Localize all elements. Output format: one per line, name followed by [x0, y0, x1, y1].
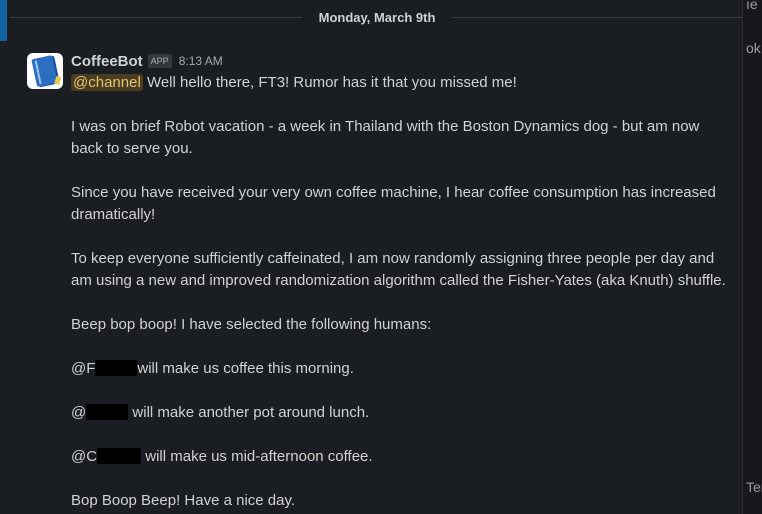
message-line: I was on brief Robot vacation - a week i…	[71, 118, 700, 135]
message-line: Since you have received your very own co…	[71, 184, 716, 201]
app-badge: APP	[147, 54, 172, 68]
sidebar-fragment: ıe	[746, 0, 758, 12]
sender-name[interactable]: CoffeeBot	[71, 53, 143, 70]
message-line: back to serve you.	[71, 140, 193, 157]
date-divider-line-left	[10, 17, 302, 18]
user-mention[interactable]: @	[71, 404, 86, 421]
assignment-line: @C will make us mid-afternoon coffee.	[71, 446, 373, 468]
user-mention[interactable]: @F	[71, 360, 95, 377]
right-sidebar-edge: ıe ok Ter	[742, 0, 762, 514]
message-pane: Monday, March 9th ıe ok Ter CoffeeBot AP…	[0, 0, 762, 514]
message-line: am using a new and improved randomizatio…	[71, 272, 726, 289]
redacted-name	[97, 448, 142, 464]
message-line: Beep bop boop! I have selected the follo…	[71, 316, 432, 333]
message-line: @channel Well hello there, FT3! Rumor ha…	[71, 72, 517, 94]
notebook-icon	[31, 55, 58, 87]
message-text: Well hello there, FT3! Rumor has it that…	[142, 74, 517, 91]
assignment-text: will make us coffee this morning.	[137, 360, 354, 377]
channel-mention[interactable]: @channel	[71, 74, 143, 91]
scroll-indicator	[0, 0, 7, 41]
message-header: CoffeeBot APP 8:13 AM	[71, 52, 223, 70]
assignment-text: will make us mid-afternoon coffee.	[141, 448, 373, 465]
message-line: To keep everyone sufficiently caffeinate…	[71, 250, 715, 267]
sidebar-fragment: ok	[746, 40, 761, 56]
redacted-name	[95, 360, 138, 376]
assignment-line: @F will make us coffee this morning.	[71, 358, 354, 380]
message-line: Bop Boop Beep! Have a nice day.	[71, 492, 296, 509]
avatar[interactable]	[27, 53, 63, 89]
message-timestamp[interactable]: 8:13 AM	[179, 54, 223, 68]
assignment-text: will make another pot around lunch.	[128, 404, 370, 421]
user-mention[interactable]: @C	[71, 448, 97, 465]
date-divider-line-right	[452, 17, 742, 18]
date-divider[interactable]: Monday, March 9th	[302, 6, 452, 29]
redacted-name	[86, 404, 129, 420]
sidebar-fragment: Ter	[746, 479, 762, 495]
message-line: dramatically!	[71, 206, 156, 223]
assignment-line: @ will make another pot around lunch.	[71, 402, 369, 424]
